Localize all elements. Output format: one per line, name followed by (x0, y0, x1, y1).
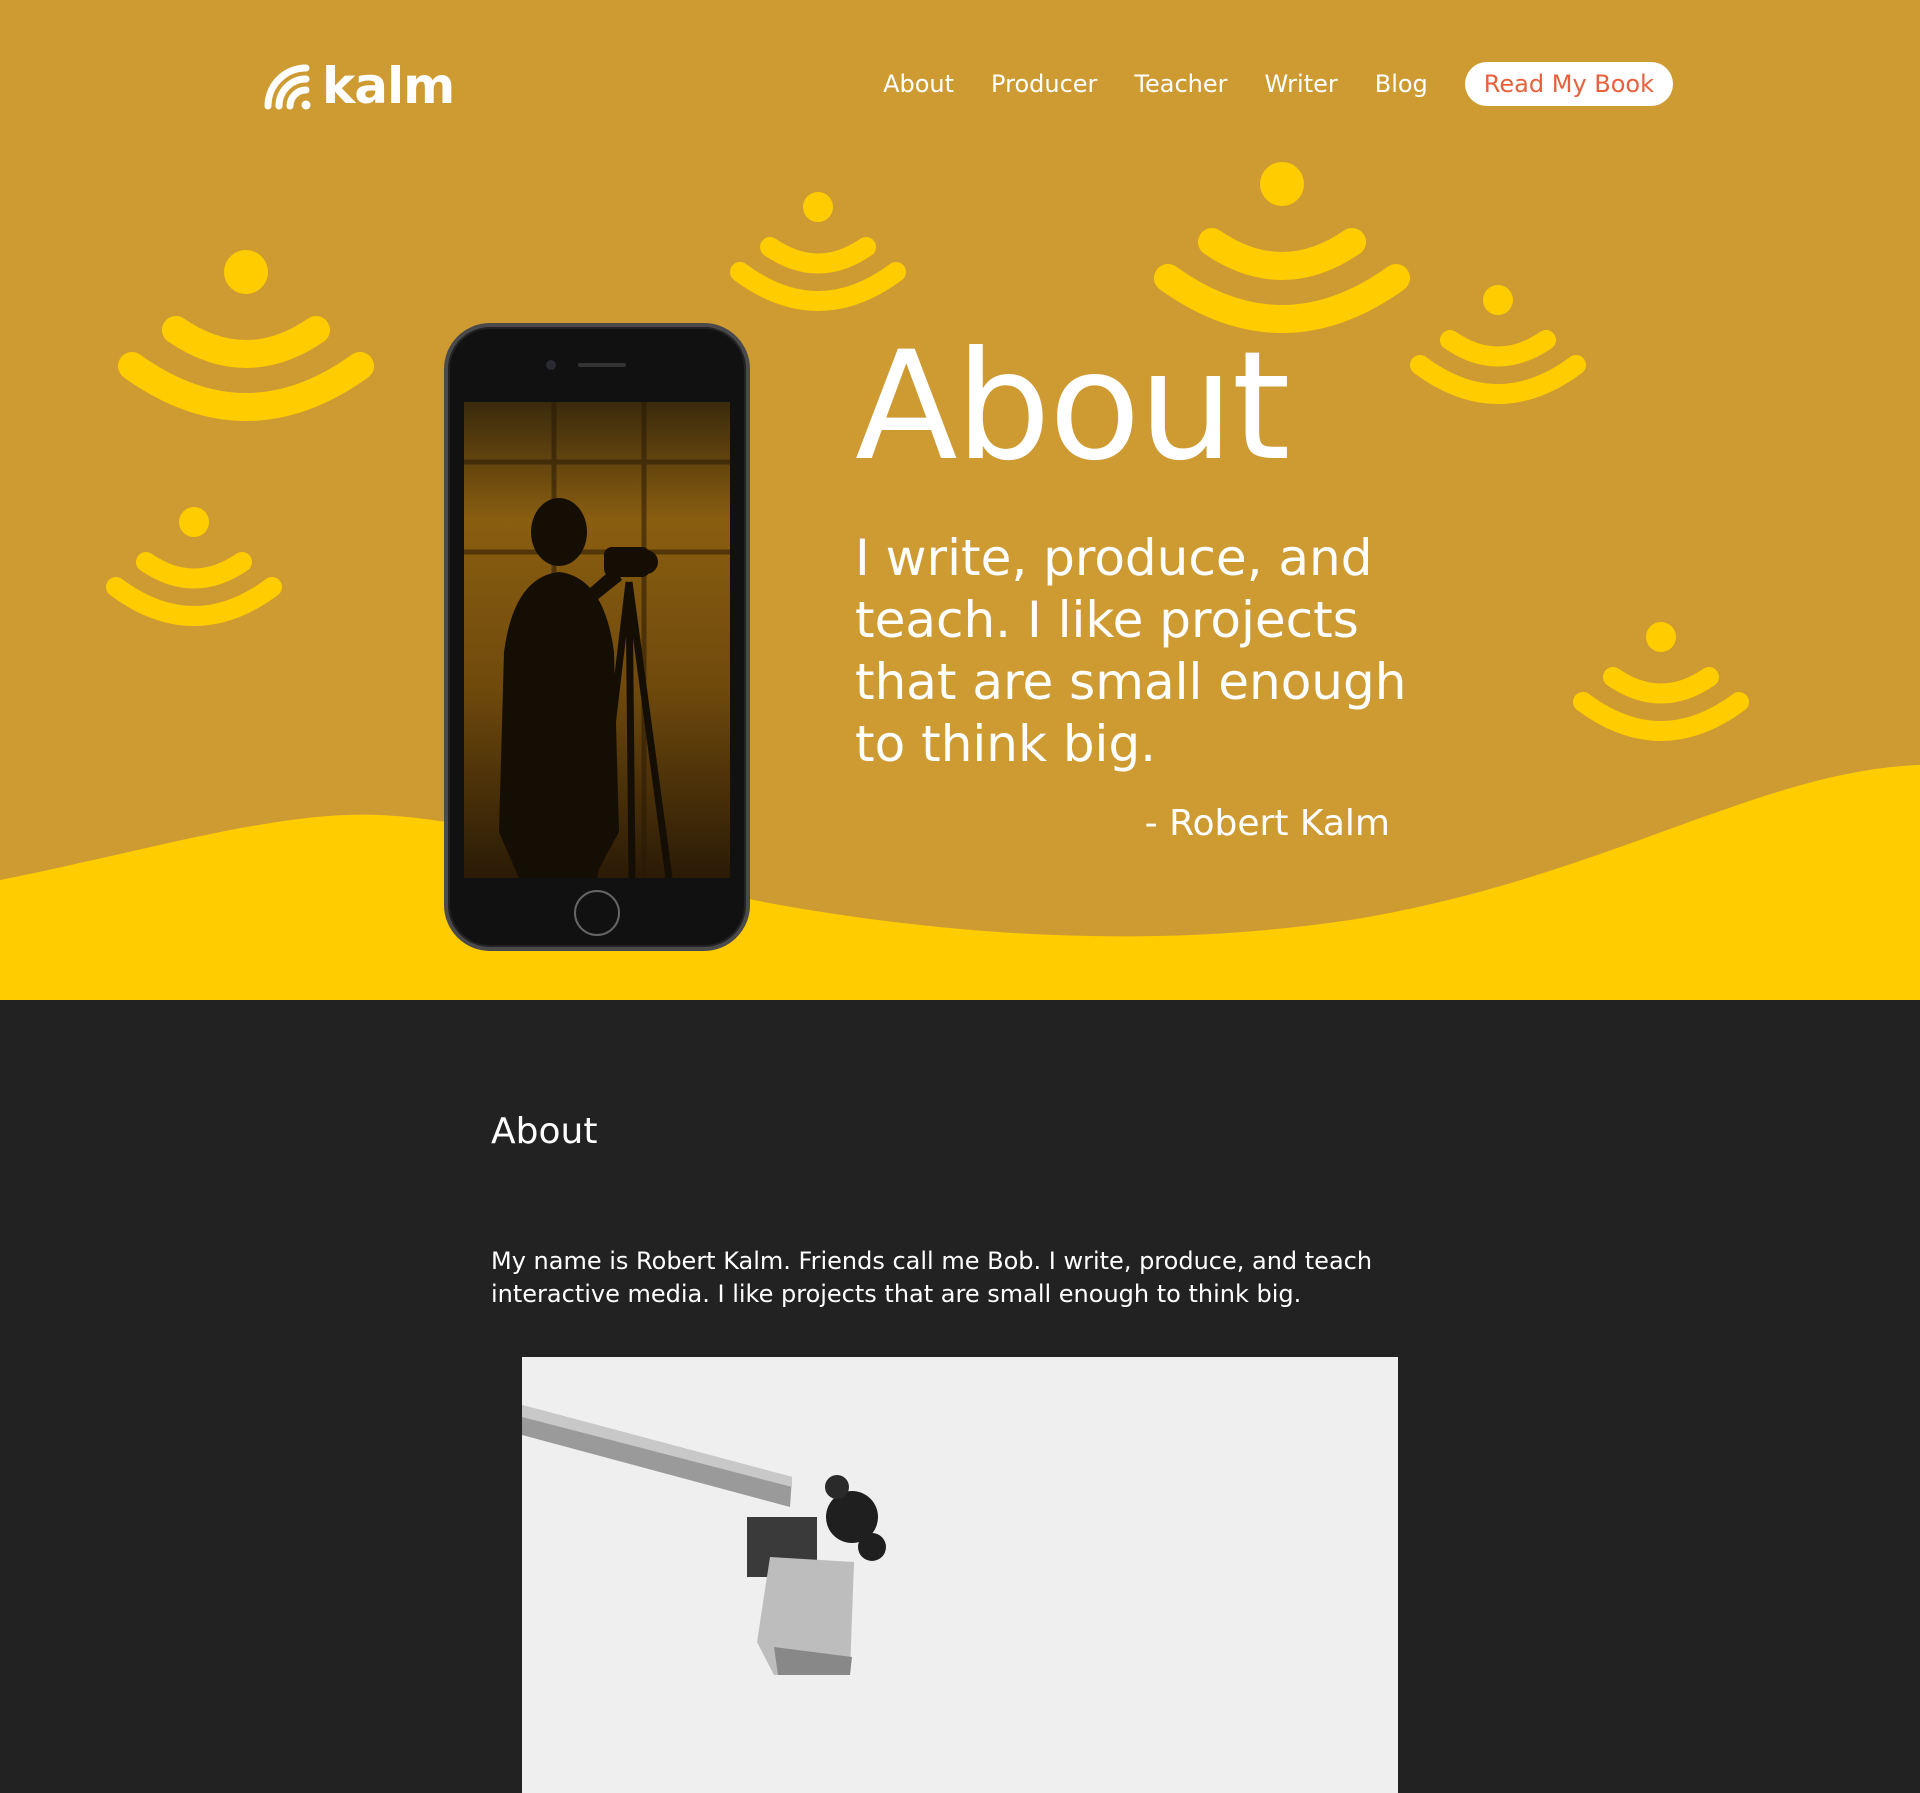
hero-wave-shape (0, 765, 1920, 1000)
section-body-text: My name is Robert Kalm. Friends call me … (491, 1247, 1373, 1308)
phone-home-button (574, 890, 620, 936)
signal-icon (1573, 622, 1749, 741)
nav-link-about[interactable]: About (883, 70, 954, 98)
phone-camera (546, 360, 556, 370)
signal-waves-icon (264, 64, 311, 110)
nav-link-writer[interactable]: Writer (1265, 70, 1338, 98)
main-nav: About Producer Teacher Writer Blog Read … (846, 62, 1673, 106)
phone-mockup (444, 323, 750, 951)
signal-icon (118, 250, 374, 421)
read-my-book-button[interactable]: Read My Book (1464, 62, 1673, 106)
signal-icon (106, 507, 282, 626)
phone-speaker (578, 363, 626, 367)
brand-logo[interactable]: kalm (262, 57, 455, 115)
silhouette-camera-operator-image (464, 402, 730, 878)
hero-section: kalm About Producer Teacher Writer Blog … (0, 0, 1920, 1000)
signal-icon (730, 192, 906, 311)
hero-title: About (855, 320, 1290, 494)
hero-quote-author: - Robert Kalm (1144, 803, 1390, 844)
hero-quote: I write, produce, and teach. I like proj… (855, 529, 1407, 773)
nav-link-teacher[interactable]: Teacher (1134, 70, 1227, 98)
crane-camera-photo (522, 1357, 1398, 1793)
nav-link-producer[interactable]: Producer (991, 70, 1097, 98)
brand-name: kalm (322, 57, 455, 115)
nav-link-blog[interactable]: Blog (1375, 70, 1428, 98)
phone-screen-image (464, 402, 730, 878)
section-heading: About (491, 1111, 598, 1152)
signal-icon (1410, 285, 1586, 404)
camera-crane-image (522, 1357, 1398, 1793)
about-section: About My name is Robert Kalm. Friends ca… (0, 1000, 1920, 1793)
